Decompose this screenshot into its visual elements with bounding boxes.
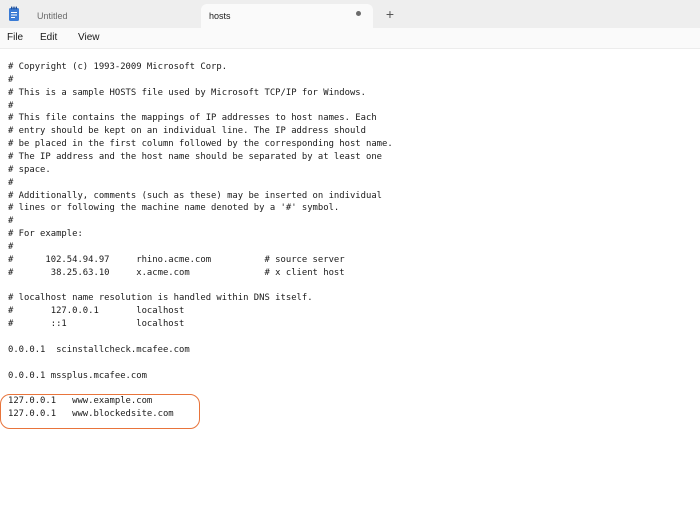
editor-line: # Additionally, comments (such as these)… (8, 190, 383, 201)
tab-hosts[interactable]: hosts (201, 4, 373, 28)
notepad-icon (9, 6, 19, 21)
editor-line: # This file contains the mappings of IP … (8, 113, 377, 124)
editor-line: # ::1 localhost (8, 319, 185, 330)
editor-line: 0.0.0.1 mssplus.mcafee.com (8, 370, 147, 381)
editor-line: # For example: (8, 229, 83, 240)
editor-line: # entry should be kept on an individual … (8, 126, 366, 137)
editor-line: # be placed in the first column followed… (8, 139, 393, 150)
editor-line: # (8, 74, 14, 85)
tab-bar: Untitled hosts + (0, 0, 700, 28)
editor-line: # 38.25.63.10 x.acme.com # x client host (8, 267, 345, 278)
editor-content[interactable]: # Copyright (c) 1993-2009 Microsoft Corp… (8, 61, 393, 421)
menu-view[interactable]: View (78, 31, 100, 45)
editor-line: # lines or following the machine name de… (8, 203, 340, 214)
editor-line: # (8, 242, 14, 253)
menu-file[interactable]: File (7, 31, 23, 45)
editor-line: # 102.54.94.97 rhino.acme.com # source s… (8, 254, 345, 265)
editor-line: # The IP address and the host name shoul… (8, 152, 383, 163)
highlight-annotation (0, 394, 200, 429)
editor-line: # localhost name resolution is handled w… (8, 293, 313, 304)
editor-line: # (8, 100, 14, 111)
editor-line: 0.0.0.1 scinstallcheck.mcafee.com (8, 344, 190, 355)
tab-hosts-label: hosts (209, 11, 231, 21)
menu-edit[interactable]: Edit (40, 31, 57, 45)
editor-line: # (8, 177, 14, 188)
unsaved-dot-icon[interactable] (356, 11, 361, 16)
editor-line: # 127.0.0.1 localhost (8, 306, 185, 317)
new-tab-button[interactable]: + (382, 6, 398, 22)
tab-untitled[interactable]: Untitled (28, 4, 200, 28)
editor-line: # Copyright (c) 1993-2009 Microsoft Corp… (8, 62, 228, 72)
menu-bar: File Edit View (0, 28, 700, 48)
editor-line: # This is a sample HOSTS file used by Mi… (8, 87, 366, 98)
editor-line: # space. (8, 164, 51, 175)
editor-line: # (8, 216, 14, 227)
